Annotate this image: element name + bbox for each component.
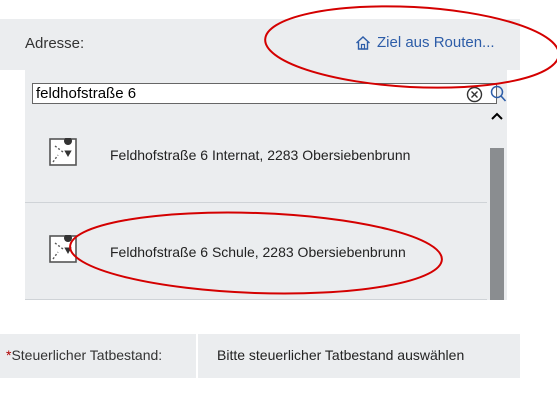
map-pin-icon [49, 234, 77, 268]
list-item[interactable]: Feldhofstraße 6 Schule, 2283 Obersiebenb… [25, 203, 495, 300]
route-destination-link[interactable]: Ziel aus Routen... [355, 34, 495, 51]
address-search [25, 70, 507, 106]
address-label: Adresse: [25, 35, 85, 52]
chevron-up-icon [491, 112, 503, 120]
scrollbar-thumb[interactable] [490, 148, 504, 300]
tax-field-row: *Steuerlicher Tatbestand: Bitte steuerli… [0, 334, 520, 378]
tax-label-text: Steuerlicher Tatbestand: [11, 347, 163, 363]
search-icon[interactable] [490, 85, 507, 108]
address-result-list: Feldhofstraße 6 Internat, 2283 Obersiebe… [25, 106, 495, 300]
home-icon [355, 35, 371, 51]
tax-field-label: *Steuerlicher Tatbestand: [0, 334, 196, 378]
clear-icon[interactable] [466, 86, 483, 108]
result-text: Feldhofstraße 6 Internat, 2283 Obersiebe… [110, 147, 411, 163]
tax-select[interactable]: Bitte steuerlicher Tatbestand auswählen [198, 334, 520, 378]
address-search-input[interactable] [32, 83, 497, 104]
address-header: Adresse: Ziel aus Routen... [0, 19, 520, 70]
result-text: Feldhofstraße 6 Schule, 2283 Obersiebenb… [110, 244, 406, 260]
tax-select-placeholder: Bitte steuerlicher Tatbestand auswählen [217, 347, 465, 363]
map-pin-icon [49, 137, 77, 171]
route-link-label: Ziel aus Routen... [377, 34, 495, 51]
list-item[interactable]: Feldhofstraße 6 Internat, 2283 Obersiebe… [25, 106, 495, 203]
